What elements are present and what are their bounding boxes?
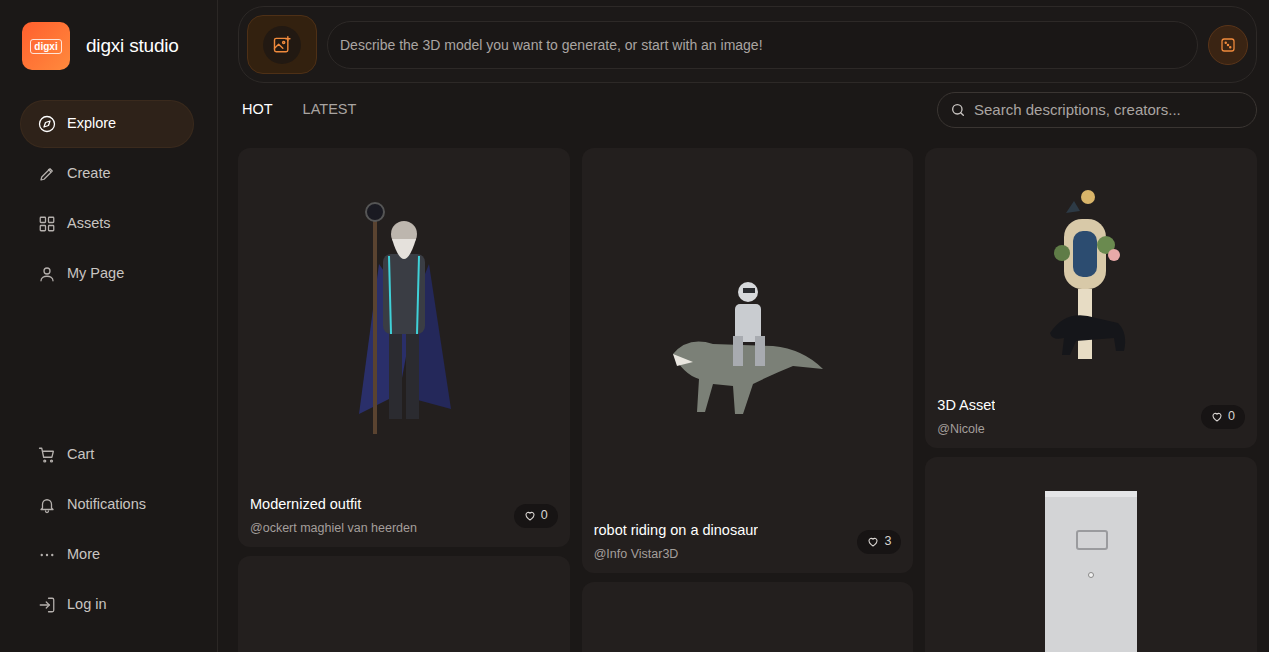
logo-badge-text: digxi <box>30 39 61 54</box>
heart-icon <box>1211 411 1223 423</box>
pencil-icon <box>38 165 56 183</box>
like-button[interactable]: 0 <box>1201 405 1245 429</box>
like-count: 3 <box>884 532 891 551</box>
dice-icon <box>1219 36 1237 54</box>
model-preview <box>238 148 570 493</box>
model-card[interactable]: 3D Asset @Nicole 0 <box>925 148 1257 448</box>
logo[interactable]: digxi digxi studio <box>0 0 217 70</box>
heart-icon <box>524 510 536 522</box>
bottom-nav-label: Cart <box>67 444 94 466</box>
card-info: robot riding on a dinosaur @Info Vistar3D… <box>582 519 914 573</box>
sidebar: digxi digxi studio Explore Create Assets My P… <box>0 0 218 652</box>
model-card[interactable] <box>582 582 914 652</box>
bottom-nav-label: Log in <box>67 594 107 616</box>
search-box <box>937 92 1257 128</box>
tabs: HOT LATEST <box>238 99 356 121</box>
grid-icon <box>38 215 56 233</box>
card-author[interactable]: @Nicole <box>937 420 995 438</box>
robot-model-icon <box>663 274 833 434</box>
search-input[interactable] <box>974 99 1244 122</box>
card-info: Modernized outfit @ockert maghiel van hee… <box>238 493 570 547</box>
bottom-nav-item[interactable]: Log in <box>21 582 196 628</box>
prompt-input[interactable] <box>327 21 1198 69</box>
user-icon <box>38 265 56 283</box>
bottom-nav-label: Notifications <box>67 494 146 516</box>
model-preview <box>925 457 1257 652</box>
nav-label: My Page <box>67 263 124 285</box>
model-card[interactable]: robot riding on a dinosaur @Info Vistar3D… <box>582 148 914 573</box>
model-card[interactable] <box>925 457 1257 652</box>
model-grid: Modernized outfit @ockert maghiel van hee… <box>238 148 1257 652</box>
login-icon <box>38 596 56 614</box>
grid-column: robot riding on a dinosaur @Info Vistar3D… <box>582 148 914 652</box>
card-author[interactable]: @Info Vistar3D <box>594 545 758 563</box>
nav: Explore Create Assets My Page <box>0 101 217 297</box>
cart-icon <box>38 446 56 464</box>
bottom-nav-item[interactable]: More <box>21 532 196 578</box>
card-text: Modernized outfit @ockert maghiel van hee… <box>250 494 417 537</box>
card-title: Modernized outfit <box>250 494 417 514</box>
model-card[interactable]: Modernized outfit @ockert maghiel van hee… <box>238 148 570 547</box>
fridge-model-icon <box>1043 491 1139 652</box>
asset-model-icon <box>1036 183 1146 373</box>
image-plus-icon <box>272 35 292 55</box>
like-count: 0 <box>541 506 548 525</box>
like-count: 0 <box>1228 407 1235 426</box>
bottom-nav: Cart Notifications More Log in <box>0 432 217 652</box>
wizard-model-icon <box>339 194 469 444</box>
like-button[interactable]: 3 <box>857 530 901 554</box>
nav-label: Assets <box>67 213 111 235</box>
nav-label: Explore <box>67 113 116 135</box>
tab[interactable]: LATEST <box>303 99 357 121</box>
bottom-nav-item[interactable]: Notifications <box>21 482 196 528</box>
random-prompt-button[interactable] <box>1208 25 1248 65</box>
compass-icon <box>38 115 56 133</box>
grid-column: Modernized outfit @ockert maghiel van hee… <box>238 148 570 652</box>
main: HOT LATEST Modernized outfit @ockert maghie… <box>218 0 1269 652</box>
model-card[interactable] <box>238 556 570 652</box>
like-button[interactable]: 0 <box>514 504 558 528</box>
card-info: 3D Asset @Nicole 0 <box>925 394 1257 448</box>
model-preview <box>582 148 914 519</box>
heart-icon <box>867 536 879 548</box>
bottom-nav-item[interactable]: Cart <box>21 432 196 478</box>
nav-item[interactable]: Create <box>21 151 193 197</box>
logo-badge: digxi <box>22 22 70 70</box>
more-icon <box>38 546 56 564</box>
nav-item[interactable]: Explore <box>21 101 193 147</box>
card-title: robot riding on a dinosaur <box>594 520 758 540</box>
card-text: 3D Asset @Nicole <box>937 395 995 438</box>
nav-label: Create <box>67 163 111 185</box>
image-upload-button[interactable] <box>247 15 317 74</box>
card-title: 3D Asset <box>937 395 995 415</box>
card-text: robot riding on a dinosaur @Info Vistar3D <box>594 520 758 563</box>
search-icon <box>950 102 966 118</box>
model-preview <box>238 556 570 652</box>
nav-item[interactable]: Assets <box>21 201 193 247</box>
bell-icon <box>38 496 56 514</box>
image-upload-circle <box>263 26 301 64</box>
tab[interactable]: HOT <box>242 99 273 121</box>
model-preview <box>582 582 914 652</box>
prompt-bar <box>238 6 1257 83</box>
tab-row: HOT LATEST <box>238 92 1257 128</box>
bottom-nav-label: More <box>67 544 100 566</box>
card-author[interactable]: @ockert maghiel van heerden <box>250 519 417 537</box>
logo-name: digxi studio <box>86 32 179 61</box>
grid-column: 3D Asset @Nicole 0 <box>925 148 1257 652</box>
model-preview <box>925 148 1257 394</box>
nav-item[interactable]: My Page <box>21 251 193 297</box>
